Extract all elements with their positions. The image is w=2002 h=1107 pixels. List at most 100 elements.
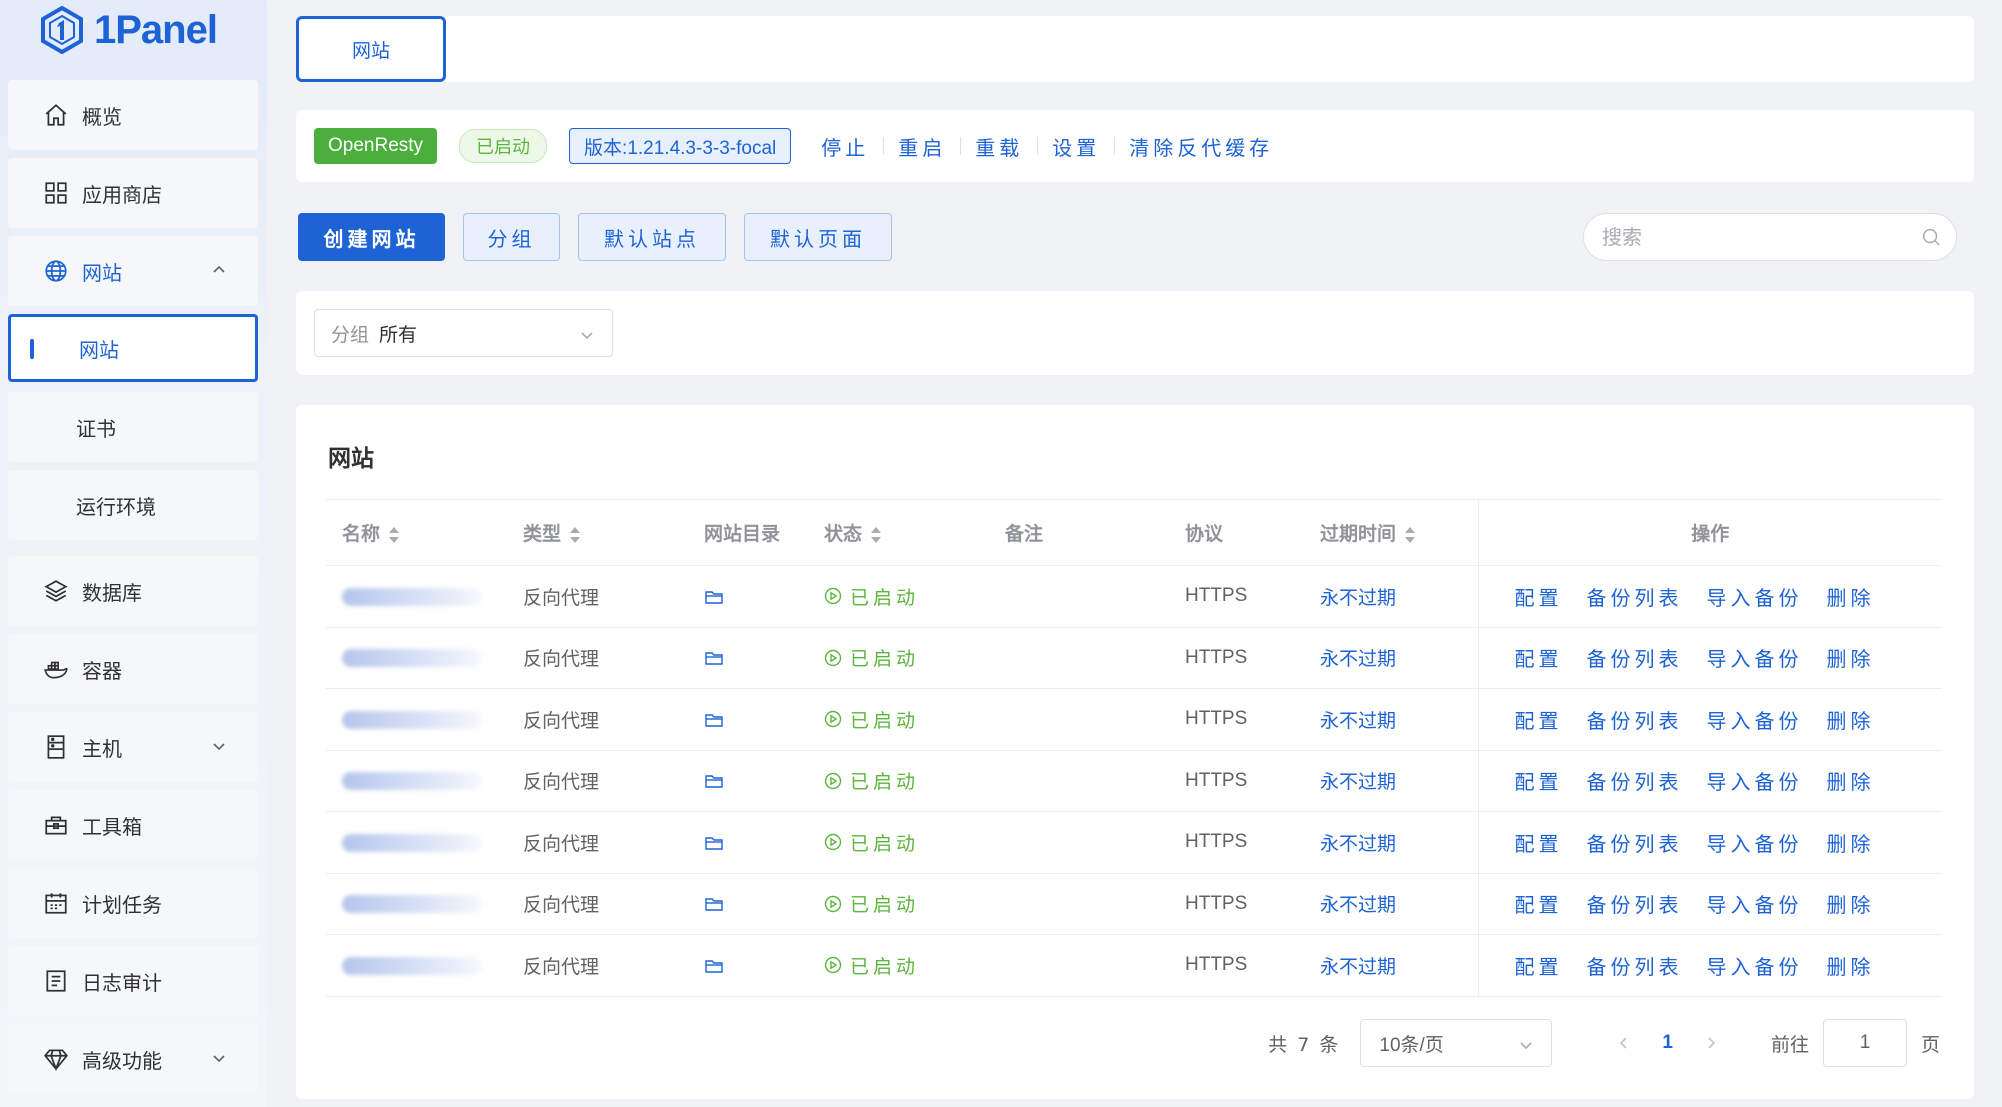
site-expire[interactable]: 永不过期 <box>1320 587 1396 609</box>
cell-name[interactable] <box>326 750 507 812</box>
import-backup-button[interactable]: 导入备份 <box>1707 889 1803 918</box>
sidebar-subitem-website[interactable]: 网站 <box>8 314 258 382</box>
delete-button[interactable]: 删除 <box>1827 705 1875 734</box>
group-select[interactable]: 分组 所有 <box>314 309 613 357</box>
cell-name[interactable] <box>326 873 507 935</box>
redacted-site-name[interactable] <box>342 587 482 606</box>
site-status[interactable]: 已启动 <box>824 644 919 671</box>
sort-icon[interactable] <box>569 525 581 545</box>
site-status[interactable]: 已启动 <box>824 583 919 610</box>
folder-icon[interactable] <box>704 648 724 668</box>
column-header-expire[interactable]: 过期时间 <box>1304 499 1478 566</box>
sidebar-item-advanced[interactable]: 高级功能 <box>8 1024 258 1094</box>
cell-remark[interactable] <box>989 934 1169 997</box>
sidebar-item-database[interactable]: 数据库 <box>8 556 258 626</box>
site-expire[interactable]: 永不过期 <box>1320 771 1396 793</box>
sidebar-item-log-audit[interactable]: 日志审计 <box>8 946 258 1016</box>
sidebar-subitem-certificate[interactable]: 证书 <box>8 392 258 462</box>
search-icon[interactable] <box>1920 226 1942 248</box>
delete-button[interactable]: 删除 <box>1827 889 1875 918</box>
page-number-current[interactable]: 1 <box>1662 1032 1673 1054</box>
column-header-status[interactable]: 状态 <box>808 499 989 566</box>
redacted-site-name[interactable] <box>342 833 482 852</box>
cell-remark[interactable] <box>989 750 1169 812</box>
site-status[interactable]: 已启动 <box>824 767 919 794</box>
restart-button[interactable]: 重启 <box>884 132 960 161</box>
import-backup-button[interactable]: 导入备份 <box>1707 828 1803 857</box>
logo[interactable]: 1Panel <box>40 4 218 56</box>
next-page-icon[interactable] <box>1701 1033 1721 1053</box>
cell-remark[interactable] <box>989 873 1169 935</box>
tab-website[interactable]: 网站 <box>296 16 446 82</box>
config-button[interactable]: 配置 <box>1515 828 1563 857</box>
redacted-site-name[interactable] <box>342 772 482 791</box>
cell-remark[interactable] <box>989 811 1169 874</box>
config-button[interactable]: 配置 <box>1515 582 1563 611</box>
cell-remark[interactable] <box>989 627 1169 689</box>
backup-list-button[interactable]: 备份列表 <box>1587 951 1683 980</box>
site-expire[interactable]: 永不过期 <box>1320 833 1396 855</box>
sidebar-item-scheduled-tasks[interactable]: 计划任务 <box>8 868 258 938</box>
create-website-button[interactable]: 创建网站 <box>298 213 445 261</box>
sidebar-item-toolbox[interactable]: 工具箱 <box>8 790 258 860</box>
sort-icon[interactable] <box>388 525 400 545</box>
backup-list-button[interactable]: 备份列表 <box>1587 889 1683 918</box>
folder-icon[interactable] <box>704 587 724 607</box>
sidebar-item-overview[interactable]: 概览 <box>8 80 258 150</box>
cell-remark[interactable] <box>989 565 1169 628</box>
sidebar-item-app-store[interactable]: 应用商店 <box>8 158 258 228</box>
sort-icon[interactable] <box>1404 525 1416 545</box>
default-site-button[interactable]: 默认站点 <box>578 213 726 261</box>
site-status[interactable]: 已启动 <box>824 890 919 917</box>
group-button[interactable]: 分组 <box>463 213 560 261</box>
delete-button[interactable]: 删除 <box>1827 951 1875 980</box>
search-input[interactable] <box>1602 225 1920 249</box>
backup-list-button[interactable]: 备份列表 <box>1587 766 1683 795</box>
sidebar-item-host[interactable]: 主机 <box>8 712 258 782</box>
cell-name[interactable] <box>326 688 507 751</box>
redacted-site-name[interactable] <box>342 956 482 975</box>
delete-button[interactable]: 删除 <box>1827 643 1875 672</box>
site-status[interactable]: 已启动 <box>824 829 919 856</box>
folder-icon[interactable] <box>704 894 724 914</box>
default-page-button[interactable]: 默认页面 <box>744 213 892 261</box>
delete-button[interactable]: 删除 <box>1827 766 1875 795</box>
import-backup-button[interactable]: 导入备份 <box>1707 643 1803 672</box>
site-expire[interactable]: 永不过期 <box>1320 648 1396 670</box>
redacted-site-name[interactable] <box>342 895 482 914</box>
sidebar-item-container[interactable]: 容器 <box>8 634 258 704</box>
redacted-site-name[interactable] <box>342 649 482 668</box>
folder-icon[interactable] <box>704 833 724 853</box>
import-backup-button[interactable]: 导入备份 <box>1707 766 1803 795</box>
site-expire[interactable]: 永不过期 <box>1320 956 1396 978</box>
config-button[interactable]: 配置 <box>1515 643 1563 672</box>
site-expire[interactable]: 永不过期 <box>1320 894 1396 916</box>
import-backup-button[interactable]: 导入备份 <box>1707 705 1803 734</box>
backup-list-button[interactable]: 备份列表 <box>1587 643 1683 672</box>
cell-name[interactable] <box>326 811 507 874</box>
page-jump-input[interactable] <box>1822 1019 1907 1067</box>
prev-page-icon[interactable] <box>1614 1033 1634 1053</box>
clear-proxy-cache-button[interactable]: 清除反代缓存 <box>1115 132 1287 161</box>
stop-button[interactable]: 停止 <box>807 132 883 161</box>
cell-name[interactable] <box>326 934 507 997</box>
site-expire[interactable]: 永不过期 <box>1320 710 1396 732</box>
settings-button[interactable]: 设置 <box>1038 132 1114 161</box>
config-button[interactable]: 配置 <box>1515 705 1563 734</box>
folder-icon[interactable] <box>704 771 724 791</box>
folder-icon[interactable] <box>704 710 724 730</box>
site-status[interactable]: 已启动 <box>824 952 919 979</box>
site-status[interactable]: 已启动 <box>824 706 919 733</box>
backup-list-button[interactable]: 备份列表 <box>1587 582 1683 611</box>
backup-list-button[interactable]: 备份列表 <box>1587 828 1683 857</box>
backup-list-button[interactable]: 备份列表 <box>1587 705 1683 734</box>
column-header-type[interactable]: 类型 <box>507 499 688 566</box>
sort-icon[interactable] <box>870 525 882 545</box>
cell-name[interactable] <box>326 565 507 628</box>
config-button[interactable]: 配置 <box>1515 889 1563 918</box>
import-backup-button[interactable]: 导入备份 <box>1707 951 1803 980</box>
delete-button[interactable]: 删除 <box>1827 828 1875 857</box>
reload-button[interactable]: 重载 <box>961 132 1037 161</box>
column-header-name[interactable]: 名称 <box>326 499 507 566</box>
folder-icon[interactable] <box>704 956 724 976</box>
